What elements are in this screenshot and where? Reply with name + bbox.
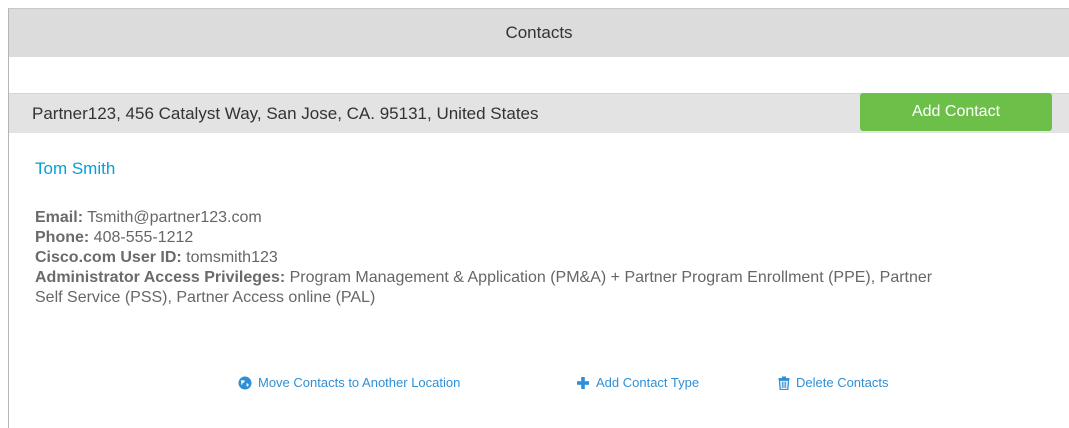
userid-label: Cisco.com User ID: [35, 249, 182, 266]
add-contact-type-link[interactable]: Add Contact Type [576, 375, 699, 390]
phone-value: 408-555-1212 [93, 229, 194, 246]
plus-icon [577, 376, 589, 389]
email-value: Tsmith@partner123.com [87, 209, 262, 226]
contacts-panel: Contacts Partner123, 456 Catalyst Way, S… [8, 8, 1069, 428]
location-address: Partner123, 456 Catalyst Way, San Jose, … [32, 104, 539, 123]
add-contact-button[interactable]: Add Contact [860, 93, 1052, 131]
privileges-row: Administrator Access Privileges: Program… [35, 268, 935, 308]
userid-row: Cisco.com User ID: tomsmith123 [35, 248, 935, 268]
userid-value: tomsmith123 [186, 249, 278, 266]
phone-label: Phone: [35, 229, 90, 246]
delete-contacts-link[interactable]: Delete Contacts [778, 375, 889, 390]
panel-header: Contacts [9, 9, 1069, 57]
globe-icon [238, 376, 252, 389]
add-contact-type-label: Add Contact Type [596, 375, 700, 390]
panel-title: Contacts [505, 23, 573, 42]
contact-actions: Move Contacts to Another Location Add Co… [9, 375, 1069, 395]
email-label: Email: [35, 209, 84, 226]
move-contacts-link[interactable]: Move Contacts to Another Location [238, 375, 460, 390]
contact-details: Email: Tsmith@partner123.com Phone: 408-… [35, 208, 935, 308]
phone-row: Phone: 408-555-1212 [35, 228, 935, 248]
trash-icon [778, 376, 790, 390]
move-contacts-label: Move Contacts to Another Location [258, 375, 461, 390]
email-row: Email: Tsmith@partner123.com [35, 208, 935, 228]
delete-contacts-label: Delete Contacts [796, 375, 889, 390]
privileges-label: Administrator Access Privileges: [35, 269, 286, 286]
contact-name-link[interactable]: Tom Smith [35, 159, 115, 179]
